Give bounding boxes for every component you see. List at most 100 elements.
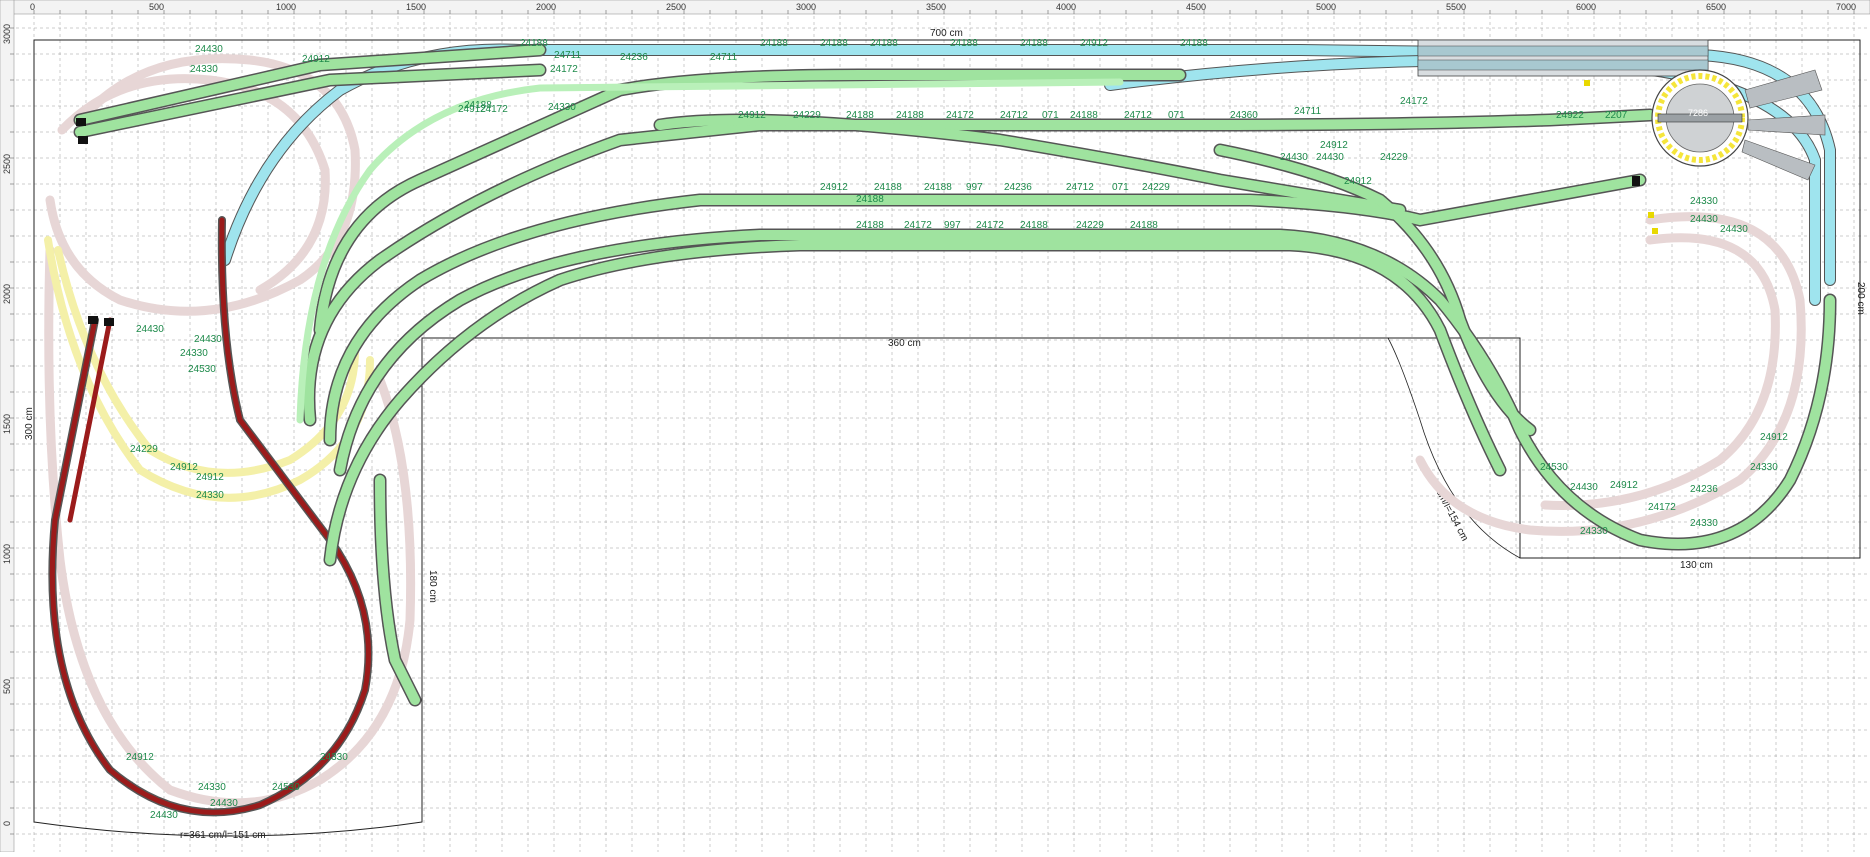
track-label: 24229: [1076, 220, 1104, 231]
top-tick-label: 5000: [1316, 2, 1336, 12]
track-label: 24530: [1540, 462, 1568, 473]
top-tick-label: 2500: [666, 2, 686, 12]
track-label: 24330: [1750, 462, 1778, 473]
station-yard: [1417, 39, 1709, 77]
dim-right-height: 200 cm: [1855, 282, 1866, 315]
track-label: 24711: [1294, 106, 1322, 117]
track-label: 24330: [190, 64, 218, 75]
track-label: 071: [1112, 182, 1129, 193]
track-label: 24330: [198, 782, 226, 793]
track-label: 24430: [1690, 214, 1718, 225]
track-label: 24188: [820, 38, 848, 49]
track-label: 24430: [150, 810, 178, 821]
track-label: 24188: [874, 182, 902, 193]
dim-inner-left-height: 180 cm: [427, 570, 438, 603]
track-label: 24711: [710, 52, 738, 63]
track-label: 071: [1042, 110, 1059, 121]
track-label: 24188: [924, 182, 952, 193]
track-label: 2207: [1605, 110, 1628, 121]
track-label: 24912: [1610, 480, 1638, 491]
track-label: 24229: [793, 110, 821, 121]
top-tick-label: 6500: [1706, 2, 1726, 12]
dim-left-height: 300 cm: [24, 407, 35, 440]
track-label: 24229: [130, 444, 158, 455]
turntable[interactable]: 7286: [1651, 69, 1749, 167]
track-label: 24229: [1142, 182, 1170, 193]
track-label: 24188: [856, 220, 884, 231]
track-label: 24188: [520, 38, 548, 49]
track-label: 24188: [760, 38, 788, 49]
track-loop-pink[interactable]: [44, 54, 1806, 808]
track-label: 24330: [548, 102, 576, 113]
top-tick-label: 2000: [536, 2, 556, 12]
dim-bottom-right-width: 130 cm: [1680, 560, 1713, 571]
board-outline: [33, 39, 1861, 837]
track-label: 24236: [1690, 484, 1718, 495]
track-label: 24912: [1344, 176, 1372, 187]
track-label: 24188: [1180, 38, 1208, 49]
track-label: 24430: [210, 798, 238, 809]
track-label: 24188: [896, 110, 924, 121]
track-main-green[interactable]: [73, 43, 1837, 707]
track-label: 24530: [272, 782, 300, 793]
track-label: 24530: [188, 364, 216, 375]
track-label: 24430: [1280, 152, 1308, 163]
left-tick-label: 3000: [2, 24, 12, 44]
track-label: 24188: [856, 194, 884, 205]
track-label: 24330: [320, 752, 348, 763]
track-label: 24912: [196, 472, 224, 483]
track-label: 071: [1168, 110, 1185, 121]
top-tick-label: 1500: [406, 2, 426, 12]
track-label: 24430: [1720, 224, 1748, 235]
top-tick-label: 3500: [926, 2, 946, 12]
track-label: 24188: [870, 38, 898, 49]
left-tick-label: 500: [2, 679, 12, 694]
track-label: 24912: [820, 182, 848, 193]
track-label: 24172: [480, 104, 508, 115]
track-label: 24712: [1124, 110, 1152, 121]
track-label: 24330: [180, 348, 208, 359]
track-label: 24188: [1020, 220, 1048, 231]
track-label: 24188: [1130, 220, 1158, 231]
track-label: 24912: [1320, 140, 1348, 151]
layout-canvas[interactable]: 0 500 1000 1500 2000 2500 3000 3500 4000…: [0, 0, 1870, 853]
dim-inner-width: 360 cm: [888, 338, 921, 349]
left-tick-label: 1500: [2, 414, 12, 434]
track-label: 24912: [1080, 38, 1108, 49]
track-label: 24172: [976, 220, 1004, 231]
track-label: 24912: [170, 462, 198, 473]
track-label: 24236: [620, 52, 648, 63]
track-label: 24188: [1070, 110, 1098, 121]
track-label: 24922: [1556, 110, 1584, 121]
track-label: 24236: [1004, 182, 1032, 193]
track-label: 24912: [302, 54, 330, 65]
track-label: 24430: [1316, 152, 1344, 163]
track-label: 24430: [194, 334, 222, 345]
turntable-label: 7286: [1688, 108, 1708, 118]
top-tick-label: 3000: [796, 2, 816, 12]
track-label: 24188: [950, 38, 978, 49]
track-label: 24430: [1570, 482, 1598, 493]
track-label: 24172: [1648, 502, 1676, 513]
track-label: 24229: [1380, 152, 1408, 163]
top-tick-label: 6000: [1576, 2, 1596, 12]
track-label: 24712: [1066, 182, 1094, 193]
track-label: 24188: [846, 110, 874, 121]
left-tick-label: 2000: [2, 284, 12, 304]
track-plan[interactable]: 0 500 1000 1500 2000 2500 3000 3500 4000…: [0, 0, 1870, 853]
track-label: 24330: [1580, 526, 1608, 537]
track-label: 24912: [126, 752, 154, 763]
track-label: 24172: [904, 220, 932, 231]
track-label: 24188: [1020, 38, 1048, 49]
track-label: 24912: [1760, 432, 1788, 443]
track-label: 24430: [195, 44, 223, 55]
track-label: 997: [944, 220, 961, 231]
top-tick-label: 1000: [276, 2, 296, 12]
track-label: 24711: [554, 50, 582, 61]
track-label: 24430: [136, 324, 164, 335]
top-tick-label: 0: [30, 2, 35, 12]
track-label: 24360: [1230, 110, 1258, 121]
track-label: 24330: [1690, 518, 1718, 529]
track-label: 24330: [196, 490, 224, 501]
track-label: 24172: [946, 110, 974, 121]
